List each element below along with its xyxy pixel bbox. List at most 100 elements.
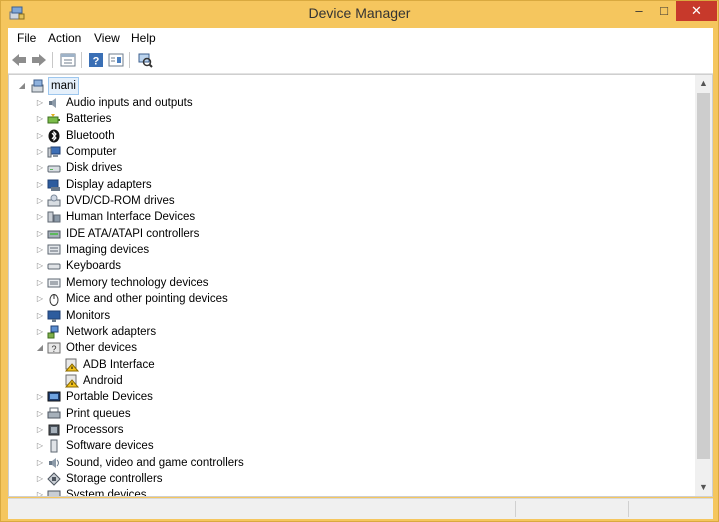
toolbar: ? [8, 48, 713, 74]
tree-item-label: ADB Interface [83, 359, 155, 371]
expand-icon[interactable]: ▷ [35, 144, 45, 160]
tree-item-label: Other devices [66, 342, 137, 354]
menu-help[interactable]: Help [131, 31, 156, 45]
bluetooth-icon [48, 129, 60, 143]
svg-text:?: ? [51, 344, 56, 354]
status-bar [8, 498, 713, 519]
expand-icon[interactable]: ▷ [35, 128, 45, 144]
expand-icon[interactable]: ▷ [35, 226, 45, 242]
expand-icon[interactable]: ▷ [35, 111, 45, 127]
tree-item-label: Processors [66, 424, 124, 436]
tree-item-label: Batteries [66, 113, 112, 125]
expand-icon[interactable]: ▷ [35, 177, 45, 193]
properties-icon[interactable] [60, 52, 76, 68]
disk-drive-icon [47, 165, 61, 173]
display-adapter-icon [47, 179, 60, 191]
expand-icon[interactable]: ▷ [35, 160, 45, 176]
tree-item-label: IDE ATA/ATAPI controllers [66, 228, 200, 240]
expand-icon[interactable]: ▷ [35, 389, 45, 405]
collapse-icon[interactable]: ◢ [17, 78, 27, 94]
storage-icon [47, 472, 61, 486]
expand-icon[interactable]: ▷ [35, 471, 45, 487]
expand-icon[interactable]: ▷ [35, 406, 45, 422]
maximize-button[interactable]: □ [653, 1, 675, 21]
memory-icon [47, 278, 61, 288]
toolbar-separator [52, 52, 53, 68]
tree-item-label: Human Interface Devices [66, 211, 196, 223]
title-bar[interactable]: Device Manager – □ ✕ [1, 1, 718, 27]
tree-item-label: Computer [66, 146, 117, 158]
tree-item-label: Imaging devices [66, 244, 150, 256]
tree-item-label: Sound, video and game controllers [66, 457, 244, 469]
back-icon[interactable] [11, 52, 27, 68]
expand-icon[interactable]: ▷ [35, 438, 45, 454]
warning-device-icon [65, 374, 79, 388]
expand-icon[interactable]: ▷ [35, 291, 45, 307]
tree-item-label: Audio inputs and outputs [66, 97, 193, 109]
scan-hardware-icon[interactable] [137, 52, 153, 68]
collapse-icon[interactable]: ◢ [35, 340, 45, 356]
scroll-down-arrow-icon[interactable]: ▼ [695, 479, 712, 496]
tree-item-label: Display adapters [66, 179, 152, 191]
ide-controller-icon [47, 230, 61, 239]
tree-item-label: Memory technology devices [66, 277, 209, 289]
tree-item-label: Android [83, 375, 123, 387]
tree-item-label: Portable Devices [66, 391, 153, 403]
speaker-icon [49, 98, 56, 108]
status-segment [628, 501, 714, 517]
tree-item-label: System devices [66, 489, 147, 497]
portable-device-icon [47, 391, 61, 402]
expand-icon[interactable]: ▷ [35, 95, 45, 111]
monitor-icon [47, 310, 61, 322]
show-hidden-icon[interactable] [108, 52, 124, 68]
tree-item-label: Print queues [66, 408, 131, 420]
battery-icon [47, 114, 60, 124]
mouse-icon [49, 294, 59, 306]
expand-icon[interactable]: ▷ [35, 324, 45, 340]
tree-item-label: Bluetooth [66, 130, 115, 142]
device-manager-window: Device Manager – □ ✕ File Action View He… [0, 0, 719, 522]
expand-icon[interactable]: ▷ [35, 209, 45, 225]
toolbar-separator [81, 52, 82, 68]
menu-view[interactable]: View [94, 31, 120, 45]
tree-item-label: Disk drives [66, 162, 123, 174]
expand-icon[interactable]: ▷ [35, 455, 45, 471]
warning-device-icon [65, 358, 79, 372]
expand-icon[interactable]: ▷ [35, 258, 45, 274]
tree-item-label: Storage controllers [66, 473, 163, 485]
root-label: mani [48, 77, 79, 95]
menu-action[interactable]: Action [48, 31, 81, 45]
close-button[interactable]: ✕ [676, 1, 717, 21]
processor-icon [48, 424, 60, 436]
tree-item-label: Mice and other pointing devices [66, 293, 228, 305]
sound-icon [49, 458, 59, 468]
forward-icon[interactable] [31, 52, 47, 68]
expand-icon[interactable]: ▷ [35, 308, 45, 324]
vertical-scrollbar[interactable]: ▲ ▼ [695, 75, 712, 496]
expand-icon[interactable]: ▷ [35, 242, 45, 258]
hid-icon [47, 211, 61, 223]
software-device-icon [50, 439, 58, 453]
toolbar-separator [129, 52, 130, 68]
network-icon [47, 325, 59, 339]
expand-icon[interactable]: ▷ [35, 275, 45, 291]
menu-file[interactable]: File [17, 31, 36, 45]
expand-icon[interactable]: ▷ [35, 193, 45, 209]
tree-item-label: Network adapters [66, 326, 157, 338]
help-icon[interactable]: ? [88, 52, 104, 68]
menu-bar: File Action View Help [8, 28, 713, 48]
minimize-button[interactable]: – [628, 1, 650, 21]
expand-icon[interactable]: ▷ [35, 487, 45, 496]
tree-item-label: DVD/CD-ROM drives [66, 195, 175, 207]
system-device-icon [47, 490, 61, 496]
scroll-up-arrow-icon[interactable]: ▲ [695, 75, 712, 92]
device-tree[interactable]: ◢ mani ▷ Audio inputs and outputs ▷ Batteri… [8, 74, 713, 497]
scroll-thumb[interactable] [697, 93, 710, 459]
computer-root-icon [31, 79, 44, 93]
expand-icon[interactable]: ▷ [35, 422, 45, 438]
unknown-device-icon: ? [47, 342, 61, 354]
status-segment [515, 501, 629, 517]
camera-icon [47, 244, 61, 255]
tree-item-label: Keyboards [66, 260, 121, 272]
window-title: Device Manager [308, 5, 411, 21]
